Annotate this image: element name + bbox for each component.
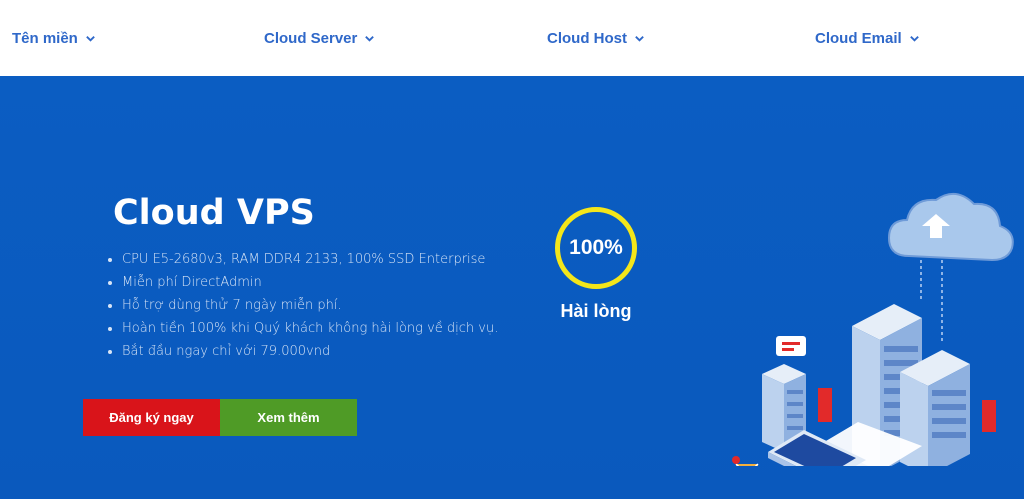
feature-item: Hoàn tiền 100% khi Quý khách không hài l…: [108, 317, 498, 340]
feature-item: Hỗ trợ dùng thử 7 ngày miễn phí.: [108, 294, 498, 317]
red-device-icon: [818, 388, 832, 422]
satisfaction-value: 100%: [569, 236, 623, 259]
feature-item: Bắt đầu ngay chỉ với 79.000vnd: [108, 340, 498, 363]
feature-list: CPU E5-2680v3, RAM DDR4 2133, 100% SSD E…: [108, 248, 498, 363]
nav-item-label: Tên miền: [12, 29, 78, 47]
top-navigation: Tên miền Cloud Server Cloud Host Cloud E…: [0, 0, 1024, 76]
chevron-down-icon: [635, 35, 644, 42]
hero-banner: Cloud VPS CPU E5-2680v3, RAM DDR4 2133, …: [0, 76, 1024, 499]
nav-item-label: Cloud Email: [815, 29, 902, 47]
chevron-down-icon: [365, 35, 375, 42]
red-device-icon: [982, 400, 996, 432]
hero-title: Cloud VPS: [113, 193, 315, 233]
satisfaction-badge: 100%: [555, 207, 637, 289]
chevron-down-icon: [909, 35, 919, 42]
cloud-server-illustration: [732, 193, 1014, 466]
nav-item-label: Cloud Server: [264, 29, 358, 47]
nav-item-cloud-host[interactable]: Cloud Host: [547, 27, 645, 49]
chevron-down-icon: [86, 35, 95, 42]
more-button[interactable]: Xem thêm: [220, 399, 357, 436]
nav-item-cloud-email[interactable]: Cloud Email: [815, 27, 920, 49]
nav-item-cloud-server[interactable]: Cloud Server: [264, 27, 375, 49]
nav-item-domain[interactable]: Tên miền: [12, 27, 96, 49]
satisfaction-label: Hài lòng: [560, 301, 632, 321]
cloud-icon: [887, 193, 1014, 262]
register-button[interactable]: Đăng ký ngay: [83, 399, 220, 436]
nav-item-label: Cloud Host: [547, 29, 627, 47]
feature-item: CPU E5-2680v3, RAM DDR4 2133, 100% SSD E…: [108, 248, 498, 271]
feature-item: Miễn phí DirectAdmin: [108, 271, 498, 294]
message-icon: [776, 336, 806, 356]
mail-icon: [732, 456, 759, 466]
